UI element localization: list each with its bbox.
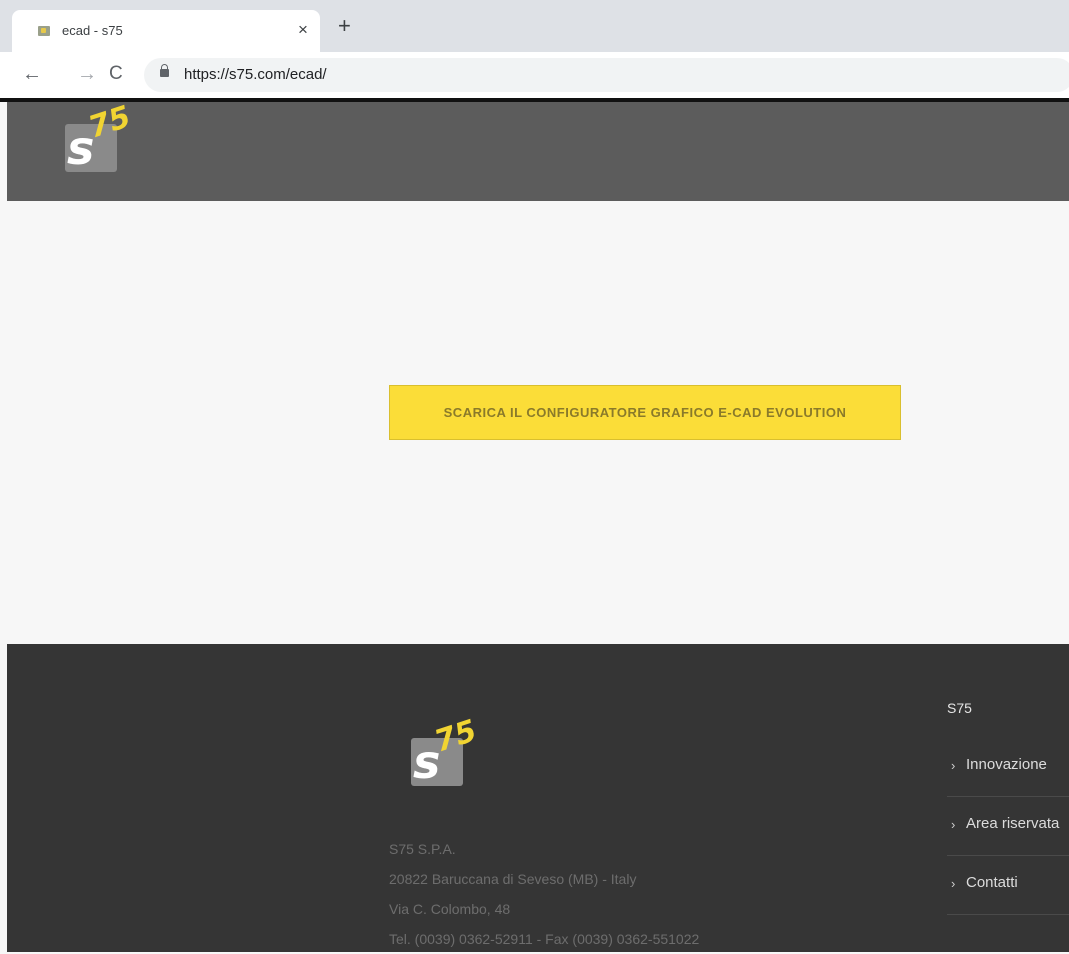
footer-link-label[interactable]: Contatti — [966, 874, 1018, 891]
main-content: SCARICA IL CONFIGURATORE GRAFICO E-CAD E… — [7, 201, 1069, 644]
site-header: s 75 — [7, 99, 1069, 201]
site-footer: s 75 S75 S.P.A. 20822 Baruccana di Seves… — [7, 644, 1069, 952]
chevron-right-icon: › — [951, 758, 956, 773]
browser-tabstrip: ecad - s75 × + — [0, 0, 1069, 52]
footer-link-contatti[interactable]: › Contatti — [947, 856, 1069, 915]
company-phone-fax: Tel. (0039) 0362-52911 - Fax (0039) 0362… — [389, 931, 700, 947]
tab-close-icon[interactable]: × — [298, 20, 308, 40]
url-text[interactable]: https://s75.com/ecad/ — [184, 66, 327, 83]
tab-title: ecad - s75 — [62, 23, 123, 38]
back-arrow-icon[interactable]: ← — [22, 62, 42, 86]
footer-menu-heading: S75 — [947, 700, 972, 716]
footer-link-area-riservata[interactable]: › Area riservata — [947, 797, 1069, 856]
footer-link-innovazione[interactable]: › Innovazione — [947, 738, 1069, 797]
footer-link-label[interactable]: Innovazione — [966, 756, 1047, 773]
footer-menu: S75 › Innovazione › Area riservata › Con… — [947, 700, 1069, 915]
download-configurator-button[interactable]: SCARICA IL CONFIGURATORE GRAFICO E-CAD E… — [389, 385, 901, 440]
company-name: S75 S.P.A. — [389, 841, 456, 857]
company-city: 20822 Baruccana di Seveso (MB) - Italy — [389, 871, 637, 887]
footer-logo[interactable]: s 75 — [411, 713, 491, 804]
s75-logo[interactable]: s 75 — [65, 99, 145, 190]
company-street: Via C. Colombo, 48 — [389, 901, 511, 917]
browser-toolbar: ← → C https://s75.com/ecad/ — [0, 52, 1069, 98]
browser-tab[interactable]: ecad - s75 × — [12, 10, 320, 52]
reload-icon[interactable]: C — [109, 62, 123, 86]
forward-arrow-icon[interactable]: → — [77, 62, 97, 86]
address-bar[interactable]: https://s75.com/ecad/ — [144, 58, 1069, 92]
favicon-icon — [38, 26, 50, 36]
lock-icon[interactable] — [160, 64, 169, 77]
logo-number: 75 — [84, 99, 135, 146]
chevron-right-icon: › — [951, 817, 956, 832]
chevron-right-icon: › — [951, 876, 956, 891]
logo-number: 75 — [430, 713, 481, 760]
new-tab-icon[interactable]: + — [338, 15, 351, 37]
footer-link-label[interactable]: Area riservata — [966, 815, 1059, 832]
company-info: S75 S.P.A. 20822 Baruccana di Seveso (MB… — [389, 834, 699, 954]
